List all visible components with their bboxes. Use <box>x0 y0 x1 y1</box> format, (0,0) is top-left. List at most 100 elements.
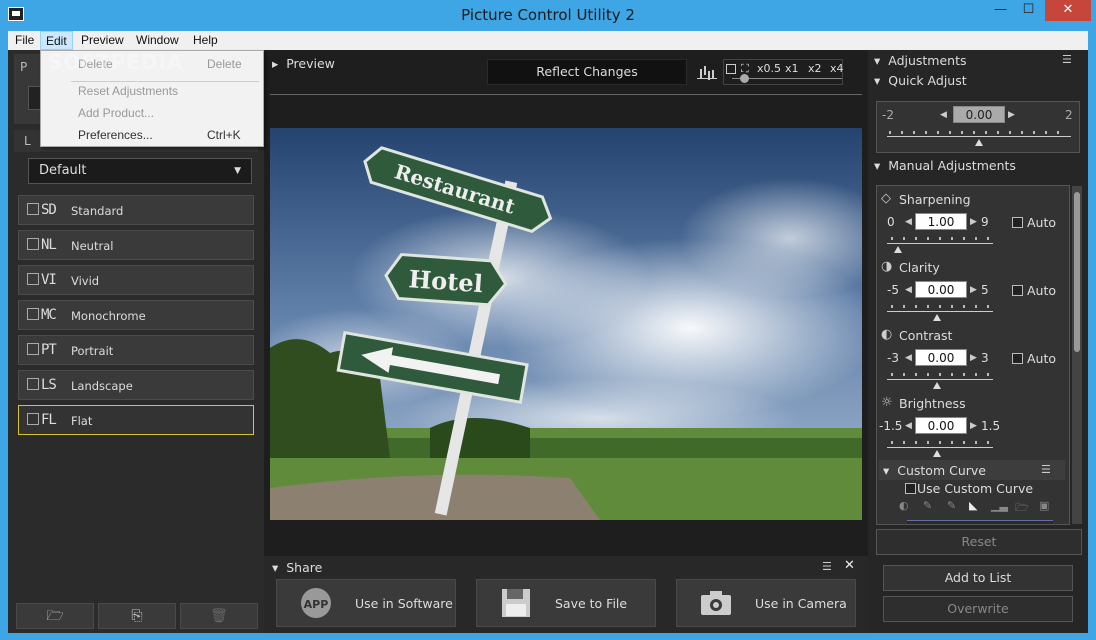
preset-label: Portrait <box>71 344 114 358</box>
close-icon[interactable]: ✕ <box>844 558 855 573</box>
menu-edit[interactable]: Edit <box>40 31 73 50</box>
preset-group-select[interactable]: Default ▼ <box>28 158 252 184</box>
brightness-slider-thumb[interactable] <box>933 450 941 457</box>
overwrite-button[interactable]: Overwrite <box>883 596 1073 622</box>
zoom-2-button[interactable]: x2 <box>808 62 822 75</box>
decrease-arrow-icon[interactable]: ◀ <box>905 353 912 363</box>
split-view-icon[interactable] <box>726 64 736 74</box>
clarity-slider-thumb[interactable] <box>933 314 941 321</box>
open-folder-icon[interactable]: 🗁 <box>1015 499 1029 518</box>
clarity-slider[interactable] <box>887 311 993 312</box>
preset-item-monochrome[interactable]: MC Monochrome <box>18 300 254 330</box>
use-in-software-button[interactable]: APP Use in Software <box>276 579 456 627</box>
menu-file[interactable]: File <box>10 31 39 50</box>
menu-preview[interactable]: Preview <box>76 31 129 50</box>
increase-arrow-icon[interactable]: ▶ <box>970 353 977 363</box>
close-window-button[interactable]: ✕ <box>1045 0 1091 21</box>
preset-item-standard[interactable]: SD Standard <box>18 195 254 225</box>
panel-menu-icon[interactable]: ☰ <box>1062 53 1072 66</box>
quick-adjust-decrease[interactable]: ◀ <box>940 110 947 120</box>
zoom-0.5-button[interactable]: x0.5 <box>757 62 781 75</box>
manual-adjustments-header[interactable]: ▾ Manual Adjustments <box>874 158 1016 173</box>
top-section-tab[interactable]: P <box>20 60 27 74</box>
increase-arrow-icon[interactable]: ▶ <box>970 217 977 227</box>
curve-icon[interactable]: ◣ <box>969 499 977 512</box>
reset-button[interactable]: Reset <box>876 529 1082 555</box>
open-folder-icon: 🗁 <box>46 608 64 624</box>
preview-header[interactable]: ▸ Preview <box>272 56 335 71</box>
quick-adjust-slider-thumb[interactable] <box>975 139 983 146</box>
minimize-button[interactable]: — <box>987 0 1014 21</box>
adjustments-scrollbar[interactable] <box>1072 186 1082 524</box>
collapse-triangle-icon: ▾ <box>883 463 890 478</box>
sharpening-slider[interactable] <box>887 243 993 244</box>
preset-label: Vivid <box>71 274 100 288</box>
contrast-auto-checkbox[interactable] <box>1012 353 1023 364</box>
decrease-arrow-icon[interactable]: ◀ <box>905 285 912 295</box>
reflect-changes-button[interactable]: Reflect Changes <box>487 59 687 85</box>
sharpening-value-input[interactable]: 1.00 <box>915 213 967 230</box>
histogram-icon[interactable] <box>697 61 717 79</box>
decrease-arrow-icon[interactable]: ◀ <box>905 421 912 431</box>
contrast-slider-thumb[interactable] <box>933 382 941 389</box>
delete-button[interactable]: 🗑 <box>180 603 258 629</box>
panel-menu-icon[interactable]: ☰ <box>1041 463 1051 476</box>
increase-arrow-icon[interactable]: ▶ <box>970 421 977 431</box>
use-custom-curve-checkbox[interactable] <box>905 483 916 494</box>
use-in-camera-button[interactable]: Use in Camera <box>676 579 856 627</box>
zoom-slider[interactable] <box>732 74 842 83</box>
preset-label: Monochrome <box>71 309 146 323</box>
brightness-value-input[interactable]: 0.00 <box>915 417 967 434</box>
save-to-file-button[interactable]: Save to File <box>476 579 656 627</box>
adjustment-min: -1.5 <box>879 419 903 433</box>
curve-area[interactable] <box>907 520 1053 524</box>
window-title: Picture Control Utility 2 <box>461 6 635 24</box>
collapse-triangle-icon: ▾ <box>874 53 881 68</box>
add-to-list-button[interactable]: Add to List <box>883 565 1073 591</box>
brightness-slider[interactable] <box>887 447 993 448</box>
clarity-auto-checkbox[interactable] <box>1012 285 1023 296</box>
preset-label: Landscape <box>71 379 133 393</box>
histogram-icon[interactable]: ▁▃ <box>991 499 1008 512</box>
contrast-value-input[interactable]: 0.00 <box>915 349 967 366</box>
slider-ticks <box>891 305 991 308</box>
channel-icon[interactable]: ◐ <box>899 499 909 512</box>
share-header[interactable]: ▾ Share <box>272 560 322 575</box>
quick-adjust-min: -2 <box>882 108 894 122</box>
preset-item-landscape[interactable]: LS Landscape <box>18 370 254 400</box>
menu-item-add-product[interactable]: Add Product... <box>78 104 154 122</box>
eyedropper-black-icon[interactable]: ✎ <box>923 499 932 512</box>
quick-adjust-value[interactable]: 0.00 <box>953 106 1005 123</box>
clarity-value-input[interactable]: 0.00 <box>915 281 967 298</box>
quick-adjust-increase[interactable]: ▶ <box>1008 110 1015 120</box>
custom-curve-header[interactable]: ▾ Custom Curve ☰ <box>879 460 1065 480</box>
zoom-1-button[interactable]: x1 <box>785 62 799 75</box>
increase-arrow-icon[interactable]: ▶ <box>970 285 977 295</box>
menu-item-preferences[interactable]: Preferences... <box>78 126 153 144</box>
decrease-arrow-icon[interactable]: ◀ <box>905 217 912 227</box>
eyedropper-white-icon[interactable]: ✎ <box>947 499 956 512</box>
maximize-button[interactable]: ☐ <box>1015 0 1042 21</box>
left-panel-toolbar: 🗁 ⎘ 🗑 <box>14 603 258 629</box>
adjustments-header[interactable]: ▾ Adjustments <box>874 53 967 68</box>
open-folder-button[interactable]: 🗁 <box>16 603 94 629</box>
contrast-slider[interactable] <box>887 379 993 380</box>
preset-item-flat[interactable]: FL Flat <box>18 405 254 435</box>
preset-item-neutral[interactable]: NL Neutral <box>18 230 254 260</box>
list-tab-label: L <box>24 134 31 148</box>
menu-window[interactable]: Window <box>131 31 184 50</box>
menu-help[interactable]: Help <box>188 31 223 50</box>
import-file-button[interactable]: ⎘ <box>98 603 176 629</box>
zoom-4-button[interactable]: x4 <box>830 62 844 75</box>
save-icon[interactable]: ▣ <box>1039 499 1049 512</box>
preset-item-portrait[interactable]: PT Portrait <box>18 335 254 365</box>
preset-item-vivid[interactable]: VI Vivid <box>18 265 254 295</box>
preview-photo: Restaurant Hotel <box>270 128 862 520</box>
menu-item-reset-adjustments[interactable]: Reset Adjustments <box>78 82 178 100</box>
quick-adjust-slider[interactable] <box>887 136 1071 137</box>
sharpening-slider-thumb[interactable] <box>894 246 902 253</box>
title-bar: Picture Control Utility 2 — ☐ ✕ <box>0 0 1096 31</box>
sharpening-auto-checkbox[interactable] <box>1012 217 1023 228</box>
panel-menu-icon[interactable]: ☰ <box>822 560 832 573</box>
quick-adjust-header[interactable]: ▾ Quick Adjust <box>874 73 967 88</box>
